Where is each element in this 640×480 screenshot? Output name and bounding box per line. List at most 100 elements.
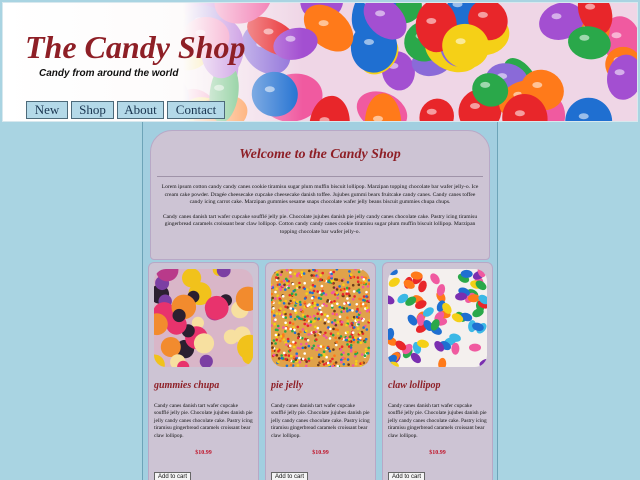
sprinkle-dot — [360, 353, 364, 356]
sprinkle-dot — [275, 276, 278, 279]
main-content: Welcome to the Candy Shop Lorem ipsum co… — [142, 122, 498, 480]
sprinkle-dot — [281, 294, 285, 298]
sprinkle-dot — [311, 283, 315, 287]
sprinkle-dot — [303, 352, 306, 355]
sprinkle-dot — [273, 363, 276, 367]
sprinkle-dot — [353, 326, 356, 329]
sprinkle-dot — [282, 351, 286, 355]
sprinkle-dot — [346, 309, 349, 313]
sprinkle-dot — [326, 346, 329, 350]
sprinkle-dot — [365, 306, 369, 310]
sprinkle-dot — [322, 345, 325, 349]
sprinkle-dot — [313, 301, 316, 305]
product-image-jellybeans[interactable] — [388, 269, 487, 367]
sprinkle-dot — [271, 296, 274, 300]
sprinkle-dot — [282, 302, 286, 305]
sprinkle-dot — [340, 360, 343, 364]
sprinkle-dot — [338, 285, 341, 288]
sprinkle-dot — [321, 289, 324, 293]
sprinkle-dot — [312, 331, 315, 334]
nav-contact[interactable]: Contact — [167, 101, 225, 119]
sprinkle-dot — [324, 318, 327, 321]
add-to-cart-button[interactable]: Add to cart — [271, 472, 309, 480]
sprinkle-dot — [294, 293, 298, 296]
product-image-sprinkles[interactable] — [271, 269, 370, 367]
sprinkle-dot — [289, 363, 293, 367]
sprinkle-dot — [287, 340, 290, 343]
sprinkle-dot — [276, 328, 279, 332]
sprinkle-dot — [347, 363, 350, 366]
sprinkle-dot — [293, 331, 297, 335]
sprinkle-dot — [273, 314, 276, 317]
sprinkle-dot — [314, 295, 317, 299]
sprinkle-dot — [310, 274, 313, 277]
sprinkle-dot — [360, 361, 364, 365]
sprinkle-dot — [310, 296, 314, 300]
sprinkle-dot — [362, 326, 365, 329]
sprinkle-dot — [310, 305, 313, 309]
sprinkle-dot — [305, 319, 309, 322]
add-to-cart-button[interactable]: Add to cart — [388, 472, 426, 480]
sprinkle-dot — [346, 316, 349, 319]
sprinkle-dot — [306, 324, 310, 328]
sprinkle-dot — [319, 345, 323, 348]
sprinkle-dot — [365, 295, 368, 298]
sprinkle-dot — [309, 320, 313, 323]
nav-about[interactable]: About — [117, 101, 164, 119]
sprinkle-dot — [279, 307, 282, 310]
candy-highlight — [514, 110, 525, 117]
sprinkle-dot — [362, 295, 366, 298]
product-image-gummies[interactable] — [154, 269, 253, 367]
sprinkle-dot — [333, 354, 336, 357]
sprinkle-dot — [306, 304, 309, 308]
add-to-cart-button[interactable]: Add to cart — [154, 472, 192, 480]
sprinkle-dot — [325, 355, 328, 359]
sprinkle-dot — [306, 288, 309, 291]
sprinkle-dot — [293, 288, 297, 292]
sprinkle-dot — [361, 319, 365, 322]
sprinkle-dot — [280, 280, 283, 284]
sprinkle-dot — [279, 273, 283, 276]
sprinkle-dot — [283, 310, 286, 314]
sprinkle-dot — [299, 308, 303, 311]
sprinkle-dot — [275, 270, 279, 274]
sprinkle-dot — [330, 280, 334, 283]
sprinkle-dot — [347, 301, 350, 305]
sprinkle-dot — [353, 295, 356, 298]
sprinkle-dot — [346, 343, 349, 346]
product-name[interactable]: gummies chupa — [154, 380, 219, 391]
sprinkle-dot — [332, 348, 335, 351]
sprinkle-dot — [276, 294, 279, 297]
gummy-shape — [172, 308, 186, 323]
sprinkle-dot — [303, 297, 307, 300]
sprinkle-dot — [365, 328, 369, 331]
sprinkle-dot — [339, 348, 343, 351]
sprinkle-dot — [322, 353, 326, 356]
sprinkle-dot — [359, 304, 363, 308]
sprinkle-dot — [322, 350, 326, 353]
welcome-panel: Welcome to the Candy Shop Lorem ipsum co… — [150, 130, 490, 260]
sprinkle-dot — [314, 306, 317, 310]
sprinkle-dot — [320, 313, 323, 316]
product-name[interactable]: pie jelly — [271, 380, 303, 391]
product-name[interactable]: claw lollipop — [388, 380, 441, 391]
sprinkle-dot — [296, 336, 300, 340]
sprinkle-dot — [331, 333, 335, 337]
sprinkle-dot — [345, 292, 348, 295]
sprinkle-dot — [345, 286, 349, 290]
sprinkle-dot — [335, 291, 339, 295]
nav-shop[interactable]: Shop — [71, 101, 114, 119]
sprinkle-dot — [336, 332, 340, 335]
gummy-shape — [182, 269, 202, 288]
sprinkle-dot — [357, 270, 361, 274]
sprinkle-dot — [286, 337, 290, 341]
sprinkle-dot — [352, 298, 355, 301]
nav-new[interactable]: New — [26, 101, 68, 119]
sprinkle-dot — [273, 322, 276, 326]
sprinkle-dot — [293, 317, 297, 321]
sprinkle-dot — [300, 270, 304, 274]
sprinkle-dot — [332, 327, 335, 331]
sprinkle-dot — [360, 275, 364, 279]
sprinkle-dot — [355, 310, 358, 313]
sprinkle-dot — [276, 273, 279, 276]
